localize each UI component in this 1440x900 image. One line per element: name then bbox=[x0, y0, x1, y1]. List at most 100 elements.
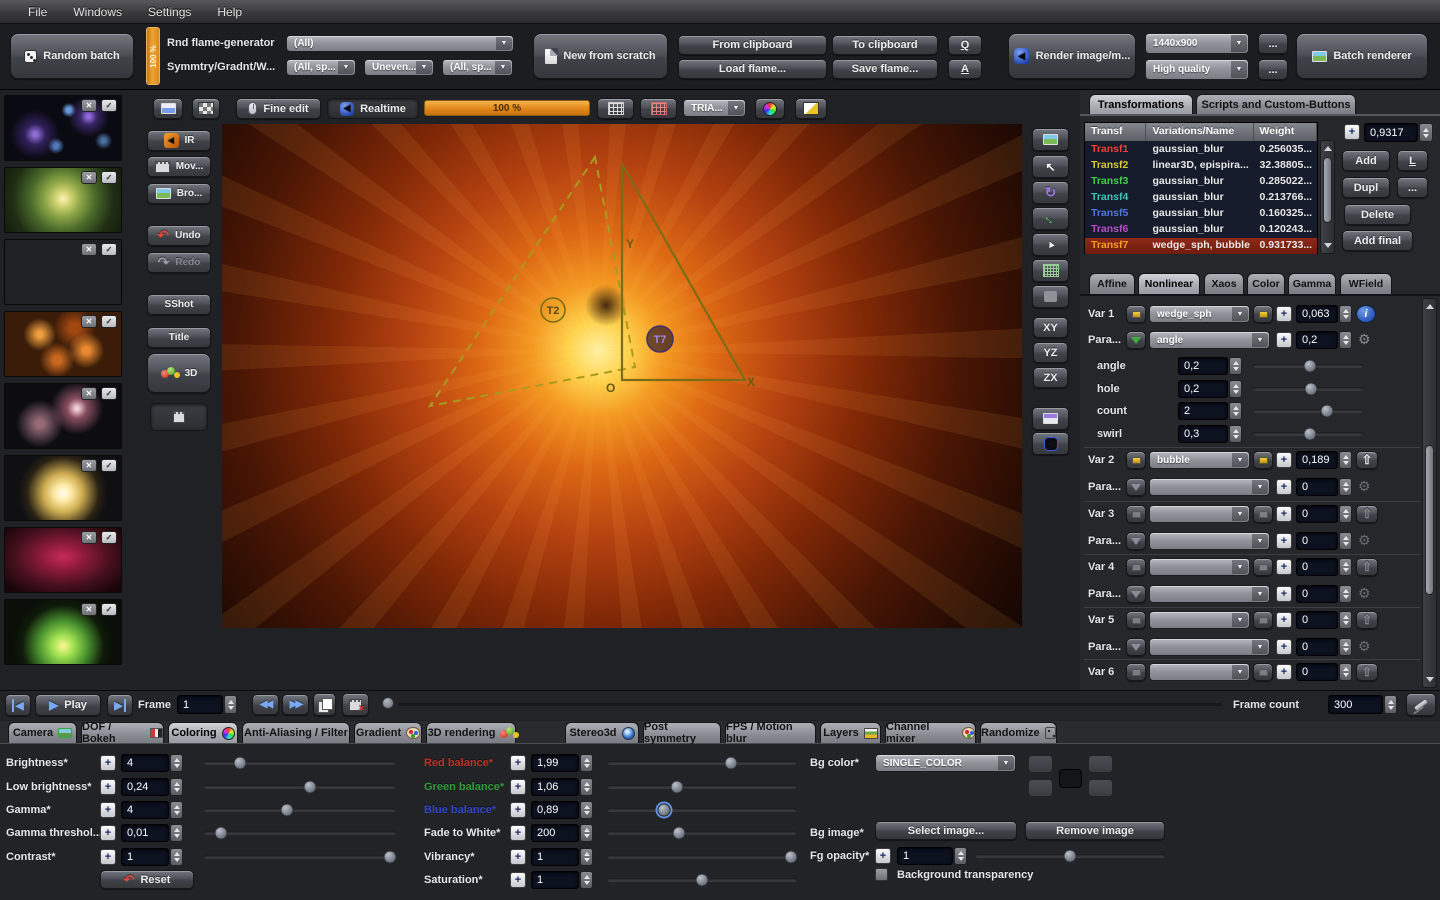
frame-count-stepper[interactable] bbox=[1384, 695, 1397, 714]
first-frame-button[interactable]: ◀ bbox=[5, 694, 31, 716]
transform-more-button[interactable]: ... bbox=[1397, 177, 1428, 198]
table-row[interactable]: Transf3 gaussian_blur 0.285022... bbox=[1085, 174, 1317, 190]
apophysis-compat-button[interactable]: ◀ bbox=[1032, 432, 1069, 455]
weight-input[interactable]: 0,9317 bbox=[1364, 123, 1418, 142]
remove-image-button[interactable]: Remove image bbox=[1025, 821, 1165, 840]
scroll-down-icon[interactable] bbox=[1321, 240, 1334, 252]
thumbnail-checkbox[interactable]: ✓ bbox=[101, 459, 117, 472]
weight-stepper[interactable] bbox=[1419, 123, 1433, 142]
vibrancy-animate-button[interactable]: + bbox=[510, 849, 526, 865]
flame-thumbnail[interactable]: ✕ ✓ bbox=[4, 95, 122, 161]
var5-move-up-button[interactable]: ⇧ bbox=[1356, 611, 1378, 629]
slider-knob-focused[interactable] bbox=[658, 804, 671, 817]
last-frame-button[interactable]: ▶ bbox=[107, 694, 133, 716]
tab-scripts[interactable]: Scripts and Custom-Buttons bbox=[1196, 94, 1356, 115]
slider-knob[interactable] bbox=[1305, 383, 1318, 396]
from-clipboard-button[interactable]: From clipboard bbox=[678, 35, 827, 55]
fg-opacity-input[interactable]: 1 bbox=[897, 847, 953, 865]
delete-thumbnail-button[interactable]: ✕ bbox=[81, 315, 97, 328]
var1-param-animate-button[interactable]: + bbox=[1276, 332, 1292, 348]
transform-triangle-dashed[interactable] bbox=[430, 157, 635, 406]
browser-button[interactable]: Bro... bbox=[147, 183, 211, 204]
flame-thumbnail[interactable]: ✕ ✓ bbox=[4, 311, 122, 377]
resolution-more-button[interactable]: ... bbox=[1258, 33, 1288, 54]
var4-param-prev-button[interactable] bbox=[1126, 585, 1146, 603]
slider-knob[interactable] bbox=[1320, 405, 1333, 418]
var3-animate-button[interactable]: + bbox=[1276, 506, 1292, 522]
delete-transform-button[interactable]: Delete bbox=[1344, 204, 1411, 225]
movie-maker-button[interactable]: Mov... bbox=[147, 156, 211, 177]
frame-input[interactable]: 1 bbox=[177, 695, 223, 714]
tab-coloring[interactable]: Coloring bbox=[168, 722, 238, 743]
param-angle-slider[interactable] bbox=[1253, 364, 1363, 368]
var3-amount-stepper[interactable] bbox=[1339, 505, 1352, 523]
var6-favorite-button[interactable] bbox=[1253, 663, 1273, 681]
fg-opacity-animate-button[interactable]: + bbox=[875, 848, 891, 864]
vibrancy-slider[interactable] bbox=[607, 855, 797, 859]
var1-animate-button[interactable]: + bbox=[1276, 306, 1292, 322]
tab-channel-mixer[interactable]: Channel mixer bbox=[885, 722, 976, 743]
low-brightness-stepper[interactable] bbox=[170, 778, 183, 796]
quality-select[interactable]: High quality ▼ bbox=[1145, 59, 1249, 80]
contrast-input[interactable]: 1 bbox=[121, 848, 169, 866]
var5-param-animate-button[interactable]: + bbox=[1276, 639, 1292, 655]
var5-param-prev-button[interactable] bbox=[1126, 638, 1146, 656]
gamma-animate-button[interactable]: + bbox=[100, 802, 116, 818]
var1-amount-stepper[interactable] bbox=[1339, 305, 1352, 323]
gamma-input[interactable]: 4 bbox=[121, 801, 169, 819]
flame-thumbnail[interactable]: ✕ ✓ bbox=[4, 239, 122, 305]
param-count-slider[interactable] bbox=[1253, 409, 1363, 413]
var1-param-prev-button[interactable] bbox=[1126, 331, 1146, 349]
edit-triangle-mode-button[interactable] bbox=[153, 98, 183, 119]
var4-favorite-button[interactable] bbox=[1253, 558, 1273, 576]
tab-3d-rendering[interactable]: 3D rendering bbox=[426, 722, 516, 743]
gamma-slider[interactable] bbox=[204, 808, 396, 812]
bg-corner-swatch-tr[interactable] bbox=[1088, 755, 1113, 773]
param-count-stepper[interactable] bbox=[1229, 402, 1242, 420]
table-row[interactable]: Transf5 gaussian_blur 0.160325... bbox=[1085, 206, 1317, 222]
var3-amount-input[interactable]: 0 bbox=[1296, 505, 1338, 523]
var4-param-animate-button[interactable]: + bbox=[1276, 586, 1292, 602]
redo-button[interactable]: ↷ Redo bbox=[147, 252, 211, 273]
bg-corner-swatch-br[interactable] bbox=[1088, 779, 1113, 797]
tab-transformations[interactable]: Transformations bbox=[1089, 94, 1193, 115]
contrast-slider[interactable] bbox=[204, 855, 396, 859]
add-final-transform-button[interactable]: Add final bbox=[1342, 230, 1413, 251]
var1-info-button[interactable]: i bbox=[1356, 305, 1376, 323]
slider-knob[interactable] bbox=[1064, 850, 1077, 863]
red-balance-slider[interactable] bbox=[607, 761, 797, 765]
tab-wfield[interactable]: WField bbox=[1340, 273, 1392, 294]
tab-nonlinear[interactable]: Nonlinear bbox=[1138, 273, 1200, 294]
render-image-button[interactable]: ◀ Render image/m... bbox=[1008, 33, 1136, 79]
brightness-slider[interactable] bbox=[204, 761, 396, 765]
flame-thumbnail[interactable]: ✕ ✓ bbox=[4, 383, 122, 449]
slider-knob[interactable] bbox=[1304, 428, 1317, 441]
variations-scrollbar[interactable] bbox=[1422, 298, 1437, 688]
select-tool-button[interactable]: ↖ bbox=[1032, 155, 1069, 178]
fade-to-white-input[interactable]: 200 bbox=[531, 824, 579, 842]
var2-amount-input[interactable]: 0,189 bbox=[1296, 451, 1338, 469]
quick-load-button[interactable]: A bbox=[948, 59, 982, 79]
clear-animation-button[interactable] bbox=[1406, 693, 1436, 716]
play-button[interactable]: ▶ Play bbox=[35, 694, 101, 716]
gamma-threshold-stepper[interactable] bbox=[170, 824, 183, 842]
blue-balance-stepper[interactable] bbox=[580, 801, 593, 819]
view-yz-button[interactable]: YZ bbox=[1033, 342, 1068, 363]
var3-param-stepper[interactable] bbox=[1339, 532, 1352, 550]
param-angle-input[interactable]: 0,2 bbox=[1178, 357, 1228, 375]
fade-to-white-slider[interactable] bbox=[607, 831, 797, 835]
blue-balance-slider[interactable] bbox=[607, 808, 797, 812]
delete-thumbnail-button[interactable]: ✕ bbox=[81, 459, 97, 472]
timeline-knob[interactable] bbox=[382, 697, 394, 709]
var2-param-stepper[interactable] bbox=[1339, 478, 1352, 496]
slider-knob[interactable] bbox=[671, 781, 684, 794]
guides-toggle-button[interactable] bbox=[640, 98, 677, 119]
var5-param-stepper[interactable] bbox=[1339, 638, 1352, 656]
var3-param-value-input[interactable]: 0 bbox=[1296, 532, 1338, 550]
var2-variation-select[interactable]: bubble ▼ bbox=[1149, 451, 1250, 469]
var3-move-up-button[interactable]: ⇧ bbox=[1356, 505, 1378, 523]
vibrancy-input[interactable]: 1 bbox=[531, 848, 579, 866]
fg-opacity-stepper[interactable] bbox=[954, 847, 967, 865]
triangle-style-select[interactable]: TRIA... ▼ bbox=[683, 99, 746, 117]
scroll-down-icon[interactable] bbox=[1423, 674, 1436, 686]
